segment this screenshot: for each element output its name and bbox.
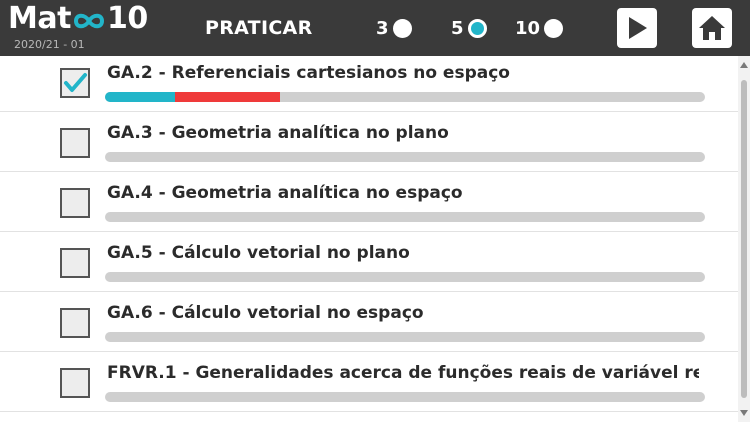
topic-row-ga5[interactable]: GA.5 - Cálculo vetorial no plano	[0, 232, 738, 292]
topic-checkbox[interactable]	[60, 368, 90, 398]
logo-text-end: 10	[106, 1, 148, 36]
topic-progress-bar	[105, 92, 705, 102]
topic-progress-bar	[105, 152, 705, 162]
infinity-icon	[73, 13, 104, 29]
topic-label: GA.6 - Cálculo vetorial no espaço	[107, 303, 424, 323]
version-label: 2020/21 - 01	[14, 38, 85, 51]
progress-correct-segment	[105, 92, 176, 102]
topic-row-ga6[interactable]: GA.6 - Cálculo vetorial no espaço	[0, 292, 738, 352]
topic-label: GA.2 - Referenciais cartesianos no espaç…	[107, 63, 510, 83]
checkmark-icon	[64, 73, 87, 92]
question-count-label: 5	[451, 17, 464, 39]
question-count-5-option[interactable]: 5	[451, 16, 487, 40]
home-button[interactable]	[692, 8, 732, 48]
scroll-down-icon[interactable]	[740, 410, 748, 416]
home-icon	[699, 16, 725, 40]
topic-row-ga3[interactable]: GA.3 - Geometria analítica no plano	[0, 112, 738, 172]
scrollbar[interactable]	[738, 56, 750, 422]
topic-label: GA.4 - Geometria analítica no espaço	[107, 183, 463, 203]
question-count-label: 3	[376, 17, 389, 39]
topic-list: GA.2 - Referenciais cartesianos no espaç…	[0, 56, 738, 422]
scroll-up-icon[interactable]	[740, 62, 748, 68]
topic-progress-bar	[105, 392, 705, 402]
radio-icon[interactable]	[544, 18, 564, 38]
topic-label: GA.3 - Geometria analítica no plano	[107, 123, 449, 143]
topic-progress-bar	[105, 272, 705, 282]
topic-checkbox[interactable]	[60, 248, 90, 278]
app-logo: Mat 10	[8, 2, 148, 36]
play-icon	[629, 17, 647, 39]
question-count-10-option[interactable]: 10	[515, 16, 564, 40]
topic-checkbox[interactable]	[60, 308, 90, 338]
progress-wrong-segment	[175, 92, 281, 102]
topic-row-ga4[interactable]: GA.4 - Geometria analítica no espaço	[0, 172, 738, 232]
radio-selected-icon[interactable]	[467, 18, 487, 38]
topic-checkbox[interactable]	[60, 128, 90, 158]
topic-checkbox[interactable]	[60, 68, 90, 98]
topic-row-frvr1[interactable]: FRVR.1 - Generalidades acerca de funções…	[0, 352, 738, 412]
topic-label: FRVR.1 - Generalidades acerca de funções…	[107, 363, 699, 383]
radio-icon[interactable]	[392, 18, 412, 38]
question-count-label: 10	[515, 17, 541, 39]
topic-progress-bar	[105, 212, 705, 222]
topic-row-ga2[interactable]: GA.2 - Referenciais cartesianos no espaç…	[0, 56, 738, 112]
page-title: PRATICAR	[205, 17, 313, 39]
topic-checkbox[interactable]	[60, 188, 90, 218]
topic-label: GA.5 - Cálculo vetorial no plano	[107, 243, 410, 263]
question-count-3-option[interactable]: 3	[376, 16, 412, 40]
play-button[interactable]	[617, 8, 657, 48]
scrollbar-thumb[interactable]	[741, 80, 747, 398]
top-bar: Mat 10 2020/21 - 01 PRATICAR 3 5 10	[0, 0, 750, 56]
topic-progress-bar	[105, 332, 705, 342]
logo-text-start: Mat	[8, 1, 71, 36]
